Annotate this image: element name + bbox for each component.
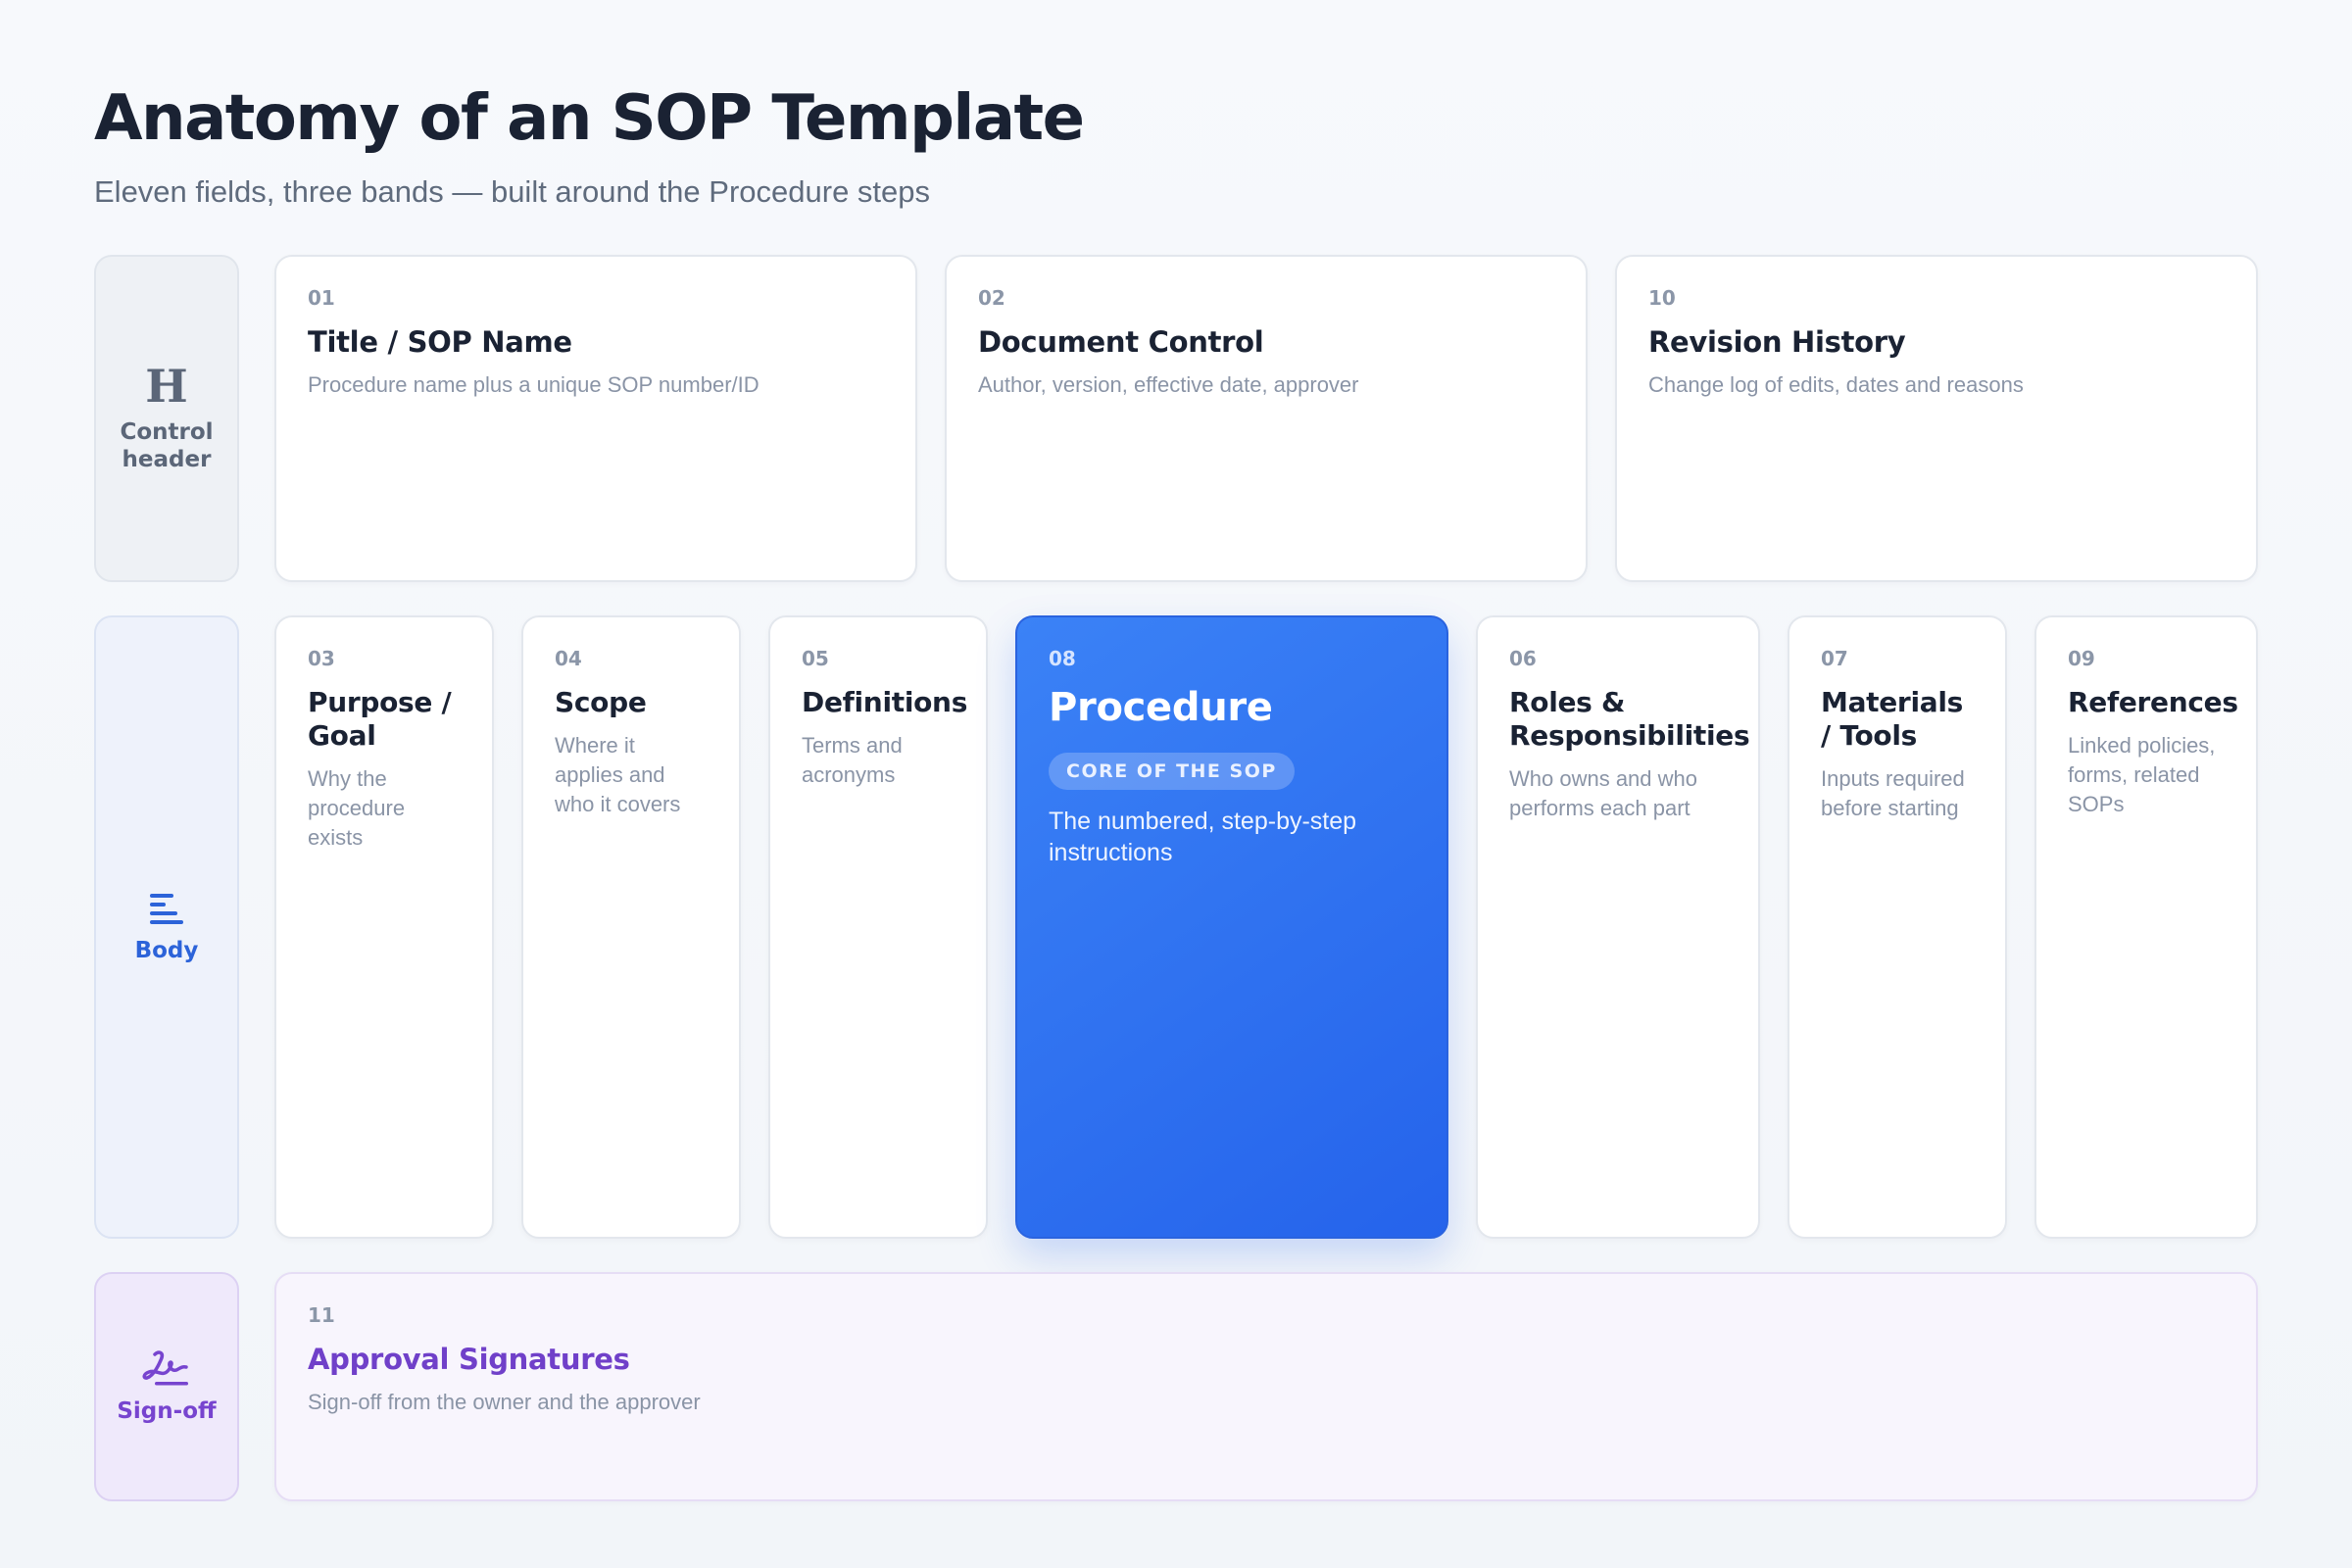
field-number: 11 [308, 1303, 335, 1327]
field-description: Author, version, effective date, approve… [978, 372, 1359, 397]
band-body: Body [94, 615, 239, 1239]
field-name: Definitions [802, 686, 968, 718]
field-name: Scope [555, 686, 647, 718]
field-description: Inputs required before starting [1821, 766, 1965, 820]
field-definitions[interactable]: 05 Definitions Terms and acronyms [768, 615, 988, 1239]
field-name: Procedure [1049, 685, 1273, 730]
field-description: Procedure name plus a unique SOP number/… [308, 372, 760, 397]
field-name: Materials / Tools [1821, 686, 1963, 752]
field-name: Title / SOP Name [308, 325, 572, 359]
field-number: 03 [308, 647, 335, 670]
band-control-header: H Control header [94, 255, 239, 582]
field-number: 10 [1648, 286, 1676, 310]
field-approval-signatures[interactable]: 11 Approval Signatures Sign-off from the… [274, 1272, 2258, 1501]
field-description: Change log of edits, dates and reasons [1648, 372, 2024, 397]
field-name: Document Control [978, 325, 1264, 359]
field-number: 04 [555, 647, 582, 670]
core-badge: CORE OF THE SOP [1049, 753, 1295, 790]
field-references[interactable]: 09 References Linked policies, forms, re… [2034, 615, 2258, 1239]
field-number: 07 [1821, 647, 1848, 670]
h-letter-icon: H [145, 360, 188, 413]
field-scope[interactable]: 04 Scope Where it applies and who it cov… [521, 615, 741, 1239]
band-label-text: Body [134, 938, 199, 963]
band-sign-off: Sign-off [94, 1272, 239, 1501]
field-name: Approval Signatures [308, 1343, 630, 1376]
field-name: References [2068, 686, 2238, 718]
field-name: Roles & Responsibilities [1509, 686, 1750, 752]
field-number: 02 [978, 286, 1005, 310]
field-name: Revision History [1648, 325, 1906, 359]
field-document-control[interactable]: 02 Document Control Author, version, eff… [945, 255, 1588, 582]
field-description: Why the procedure exists [308, 766, 406, 850]
field-number: 06 [1509, 647, 1537, 670]
field-number: 05 [802, 647, 829, 670]
field-purpose-goal[interactable]: 03 Purpose / Goal Why the procedure exis… [274, 615, 494, 1239]
field-description: Terms and acronyms [802, 733, 903, 787]
field-description: Sign-off from the owner and the approver [308, 1390, 701, 1414]
field-description: Who owns and who performs each part [1509, 766, 1697, 820]
band-label-text: Sign-off [117, 1398, 217, 1424]
page-subtitle: Eleven fields, three bands — built aroun… [94, 174, 931, 209]
page-title: Anatomy of an SOP Template [94, 82, 1085, 155]
field-roles-responsibilities[interactable]: 06 Roles & Responsibilities Who owns and… [1476, 615, 1760, 1239]
signature-icon [141, 1348, 192, 1388]
field-number: 01 [308, 286, 335, 310]
field-number: 09 [2068, 647, 2095, 670]
field-procedure[interactable]: 08 Procedure CORE OF THE SOP The numbere… [1015, 615, 1448, 1239]
text-lines-icon [148, 890, 185, 927]
band-label-text: Control header [120, 419, 214, 472]
field-materials-tools[interactable]: 07 Materials / Tools Inputs required bef… [1788, 615, 2007, 1239]
field-revision-history[interactable]: 10 Revision History Change log of edits,… [1615, 255, 2258, 582]
field-description: Linked policies, forms, related SOPs [2068, 733, 2216, 816]
field-title-sop-name[interactable]: 01 Title / SOP Name Procedure name plus … [274, 255, 917, 582]
field-number: 08 [1049, 647, 1076, 670]
field-description: Where it applies and who it covers [555, 733, 681, 816]
field-name: Purpose / Goal [308, 686, 452, 752]
field-description: The numbered, step-by-step instructions [1049, 808, 1357, 866]
